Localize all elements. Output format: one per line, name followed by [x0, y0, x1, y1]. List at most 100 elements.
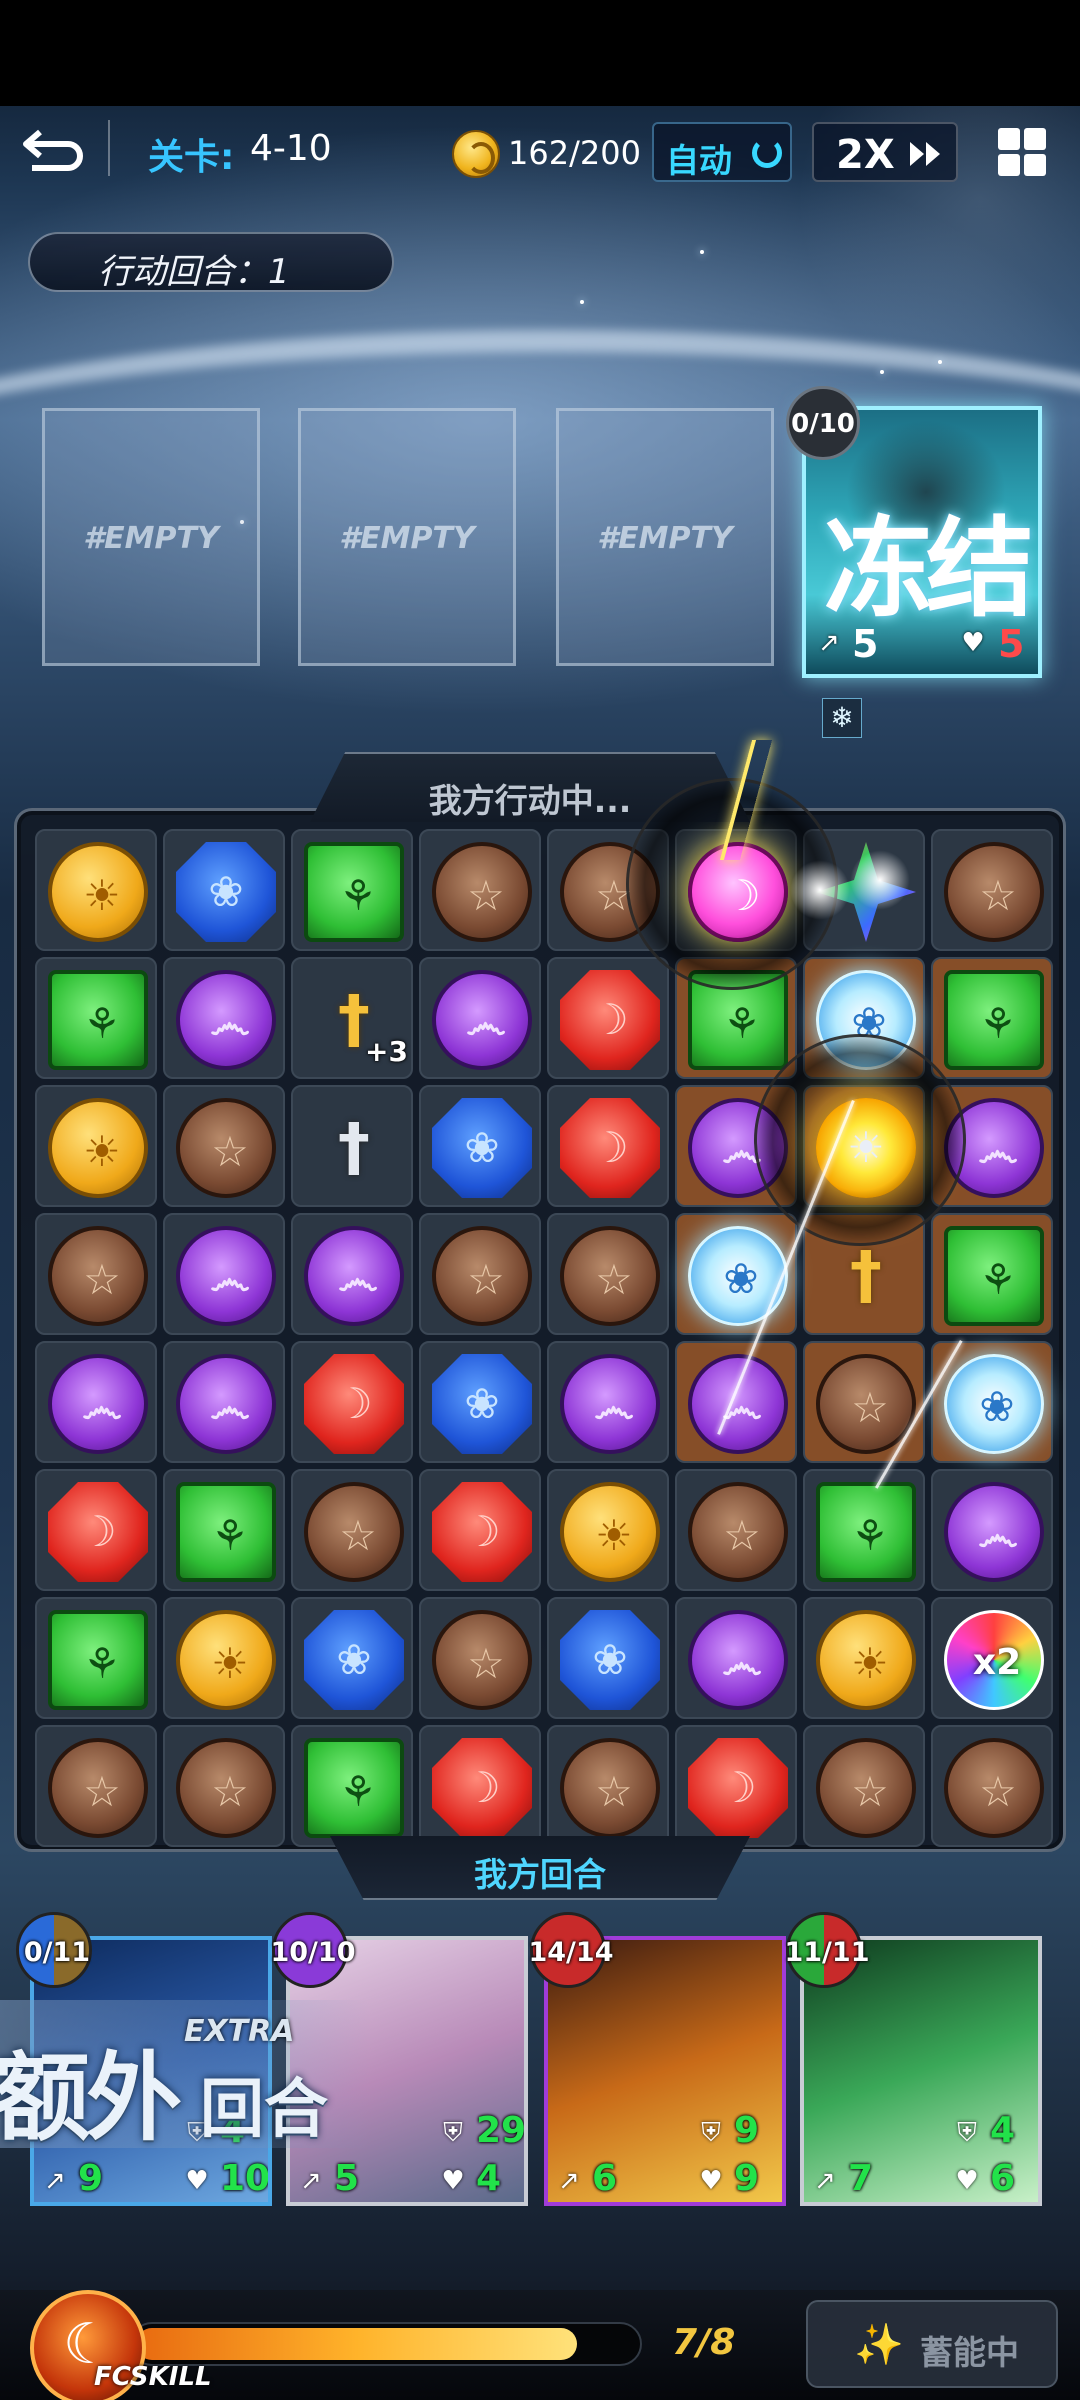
purple-gem-icon: ෴: [176, 1226, 276, 1326]
board-cell[interactable]: ☆: [803, 1341, 925, 1463]
board-cell[interactable]: ☽: [419, 1725, 541, 1847]
board-cell[interactable]: † +3: [291, 957, 413, 1079]
board-cell[interactable]: ෴: [291, 1213, 413, 1335]
hero-defense: 4: [990, 2110, 1016, 2151]
board-cell[interactable]: ☆: [419, 829, 541, 951]
fc-skill-label: FCSKILL: [94, 2362, 212, 2392]
board-cell[interactable]: ☆: [675, 1469, 797, 1591]
grid-menu-icon[interactable]: [996, 126, 1048, 178]
board-cell[interactable]: ෴: [35, 1341, 157, 1463]
hero-defense: 29: [476, 2110, 527, 2151]
board-cell[interactable]: ෴: [163, 957, 285, 1079]
hero-counter-text: 14/14: [528, 1937, 614, 1968]
red-gem-icon: ☽: [560, 1098, 660, 1198]
hero-energy-counter: 11/11: [784, 1912, 870, 1988]
board-cell[interactable]: ☆: [931, 829, 1053, 951]
board-cell[interactable]: ☆: [419, 1213, 541, 1335]
auto-button[interactable]: 自动: [652, 122, 792, 182]
gem-symbol: ⚘: [339, 871, 377, 920]
board-cell[interactable]: ⚘: [931, 957, 1053, 1079]
brown-gem-icon: ☆: [48, 1226, 148, 1326]
board-cell[interactable]: ☆: [35, 1725, 157, 1847]
board-cell[interactable]: ❀: [547, 1597, 669, 1719]
charge-label: 蓄能中: [920, 2333, 1019, 2372]
board-cell[interactable]: x2: [931, 1597, 1053, 1719]
gem-symbol: ⚘: [851, 1511, 889, 1560]
board-cell[interactable]: ☆: [547, 1725, 669, 1847]
board-cell[interactable]: ☆: [35, 1213, 157, 1335]
board-cell[interactable]: ☆: [163, 1085, 285, 1207]
board-cell[interactable]: ⚘: [291, 829, 413, 951]
board-cell[interactable]: ෴: [163, 1341, 285, 1463]
board-cell[interactable]: ☀: [803, 1597, 925, 1719]
stage-value: 4-10: [250, 128, 332, 169]
board-cell[interactable]: †: [291, 1085, 413, 1207]
board-cell[interactable]: ☆: [163, 1725, 285, 1847]
board-cell[interactable]: ෴: [419, 957, 541, 1079]
board-cell[interactable]: ෴: [675, 1597, 797, 1719]
board-cell[interactable]: ❀: [419, 1085, 541, 1207]
hero-hp: 10: [220, 2158, 271, 2199]
green-gem-icon: ⚘: [48, 1610, 148, 1710]
blue-gem-icon: ❀: [560, 1610, 660, 1710]
purple-gem-icon: ෴: [688, 1354, 788, 1454]
sparkle-effect: [850, 850, 910, 910]
board-cell[interactable]: ☆: [931, 1725, 1053, 1847]
board-cell[interactable]: ☆: [547, 1213, 669, 1335]
brown-gem-icon: ☆: [48, 1738, 148, 1838]
purple-gem-icon: ෴: [688, 1610, 788, 1710]
board-cell[interactable]: ⚘: [163, 1469, 285, 1591]
gem-symbol: ❀: [336, 1635, 372, 1684]
board-cell[interactable]: ❀: [163, 829, 285, 951]
board-cell[interactable]: ☆: [803, 1725, 925, 1847]
blue-gem-icon: ❀: [176, 842, 276, 942]
board-cell[interactable]: ⚘: [803, 1469, 925, 1591]
board-cell[interactable]: ⚘: [35, 957, 157, 1079]
brown-gem-icon: ☆: [176, 1098, 276, 1198]
board-cell[interactable]: ⚘: [291, 1725, 413, 1847]
charge-button[interactable]: ✨ 蓄能中: [806, 2300, 1058, 2388]
speed-button[interactable]: 2X: [812, 122, 958, 182]
board-cell[interactable]: ☆: [291, 1469, 413, 1591]
board-cell[interactable]: ☀: [163, 1597, 285, 1719]
board-cell[interactable]: ☀: [547, 1469, 669, 1591]
energy-bar: [130, 2322, 642, 2366]
board-cell[interactable]: ☆: [419, 1597, 541, 1719]
board-cell[interactable]: ☽: [35, 1469, 157, 1591]
coin-icon: [452, 130, 500, 178]
board-cell[interactable]: ෴: [163, 1213, 285, 1335]
board-cell[interactable]: ☽: [547, 1085, 669, 1207]
board-cell[interactable]: ☀: [35, 829, 157, 951]
hero-attack: 5: [334, 2158, 360, 2199]
board-cell[interactable]: ❀: [419, 1341, 541, 1463]
board-cell[interactable]: ෴: [931, 1469, 1053, 1591]
boot-icon: ↗: [44, 2166, 66, 2196]
enemy-hp: 5: [998, 622, 1025, 666]
yellow-gem-icon: ☀: [48, 842, 148, 942]
enemy-slot-1: #EMPTY: [42, 408, 260, 666]
gem-symbol: ❀: [464, 1123, 500, 1172]
green-gem-icon: ⚘: [944, 970, 1044, 1070]
brown-gem-icon: ☆: [560, 1226, 660, 1326]
purple-gem-icon: ෴: [560, 1354, 660, 1454]
brown-gem-icon: ☆: [688, 1482, 788, 1582]
magic-wand-icon: ✨: [854, 2322, 904, 2368]
board-cell[interactable]: ☽: [291, 1341, 413, 1463]
board-cell[interactable]: ❀: [675, 1213, 797, 1335]
gem-symbol: ෴: [466, 999, 506, 1048]
board-cell[interactable]: ☽: [547, 957, 669, 1079]
board-cell[interactable]: ⚘: [931, 1213, 1053, 1335]
back-arrow-icon[interactable]: [22, 124, 84, 180]
board-cell[interactable]: ☽: [675, 1725, 797, 1847]
board-cell[interactable]: ☽: [419, 1469, 541, 1591]
board-cell[interactable]: ෴: [547, 1341, 669, 1463]
slot-empty-label: #EMPTY: [83, 521, 219, 556]
gem-symbol: ☆: [211, 1767, 249, 1816]
enemy-counter: 0/10: [786, 386, 860, 460]
board-cell[interactable]: ☀: [35, 1085, 157, 1207]
board-cell[interactable]: ෴: [675, 1341, 797, 1463]
board-cell[interactable]: ⚘: [35, 1597, 157, 1719]
gem-symbol: ☆: [467, 1255, 505, 1304]
purple-gem-icon: ෴: [432, 970, 532, 1070]
board-cell[interactable]: ❀: [291, 1597, 413, 1719]
